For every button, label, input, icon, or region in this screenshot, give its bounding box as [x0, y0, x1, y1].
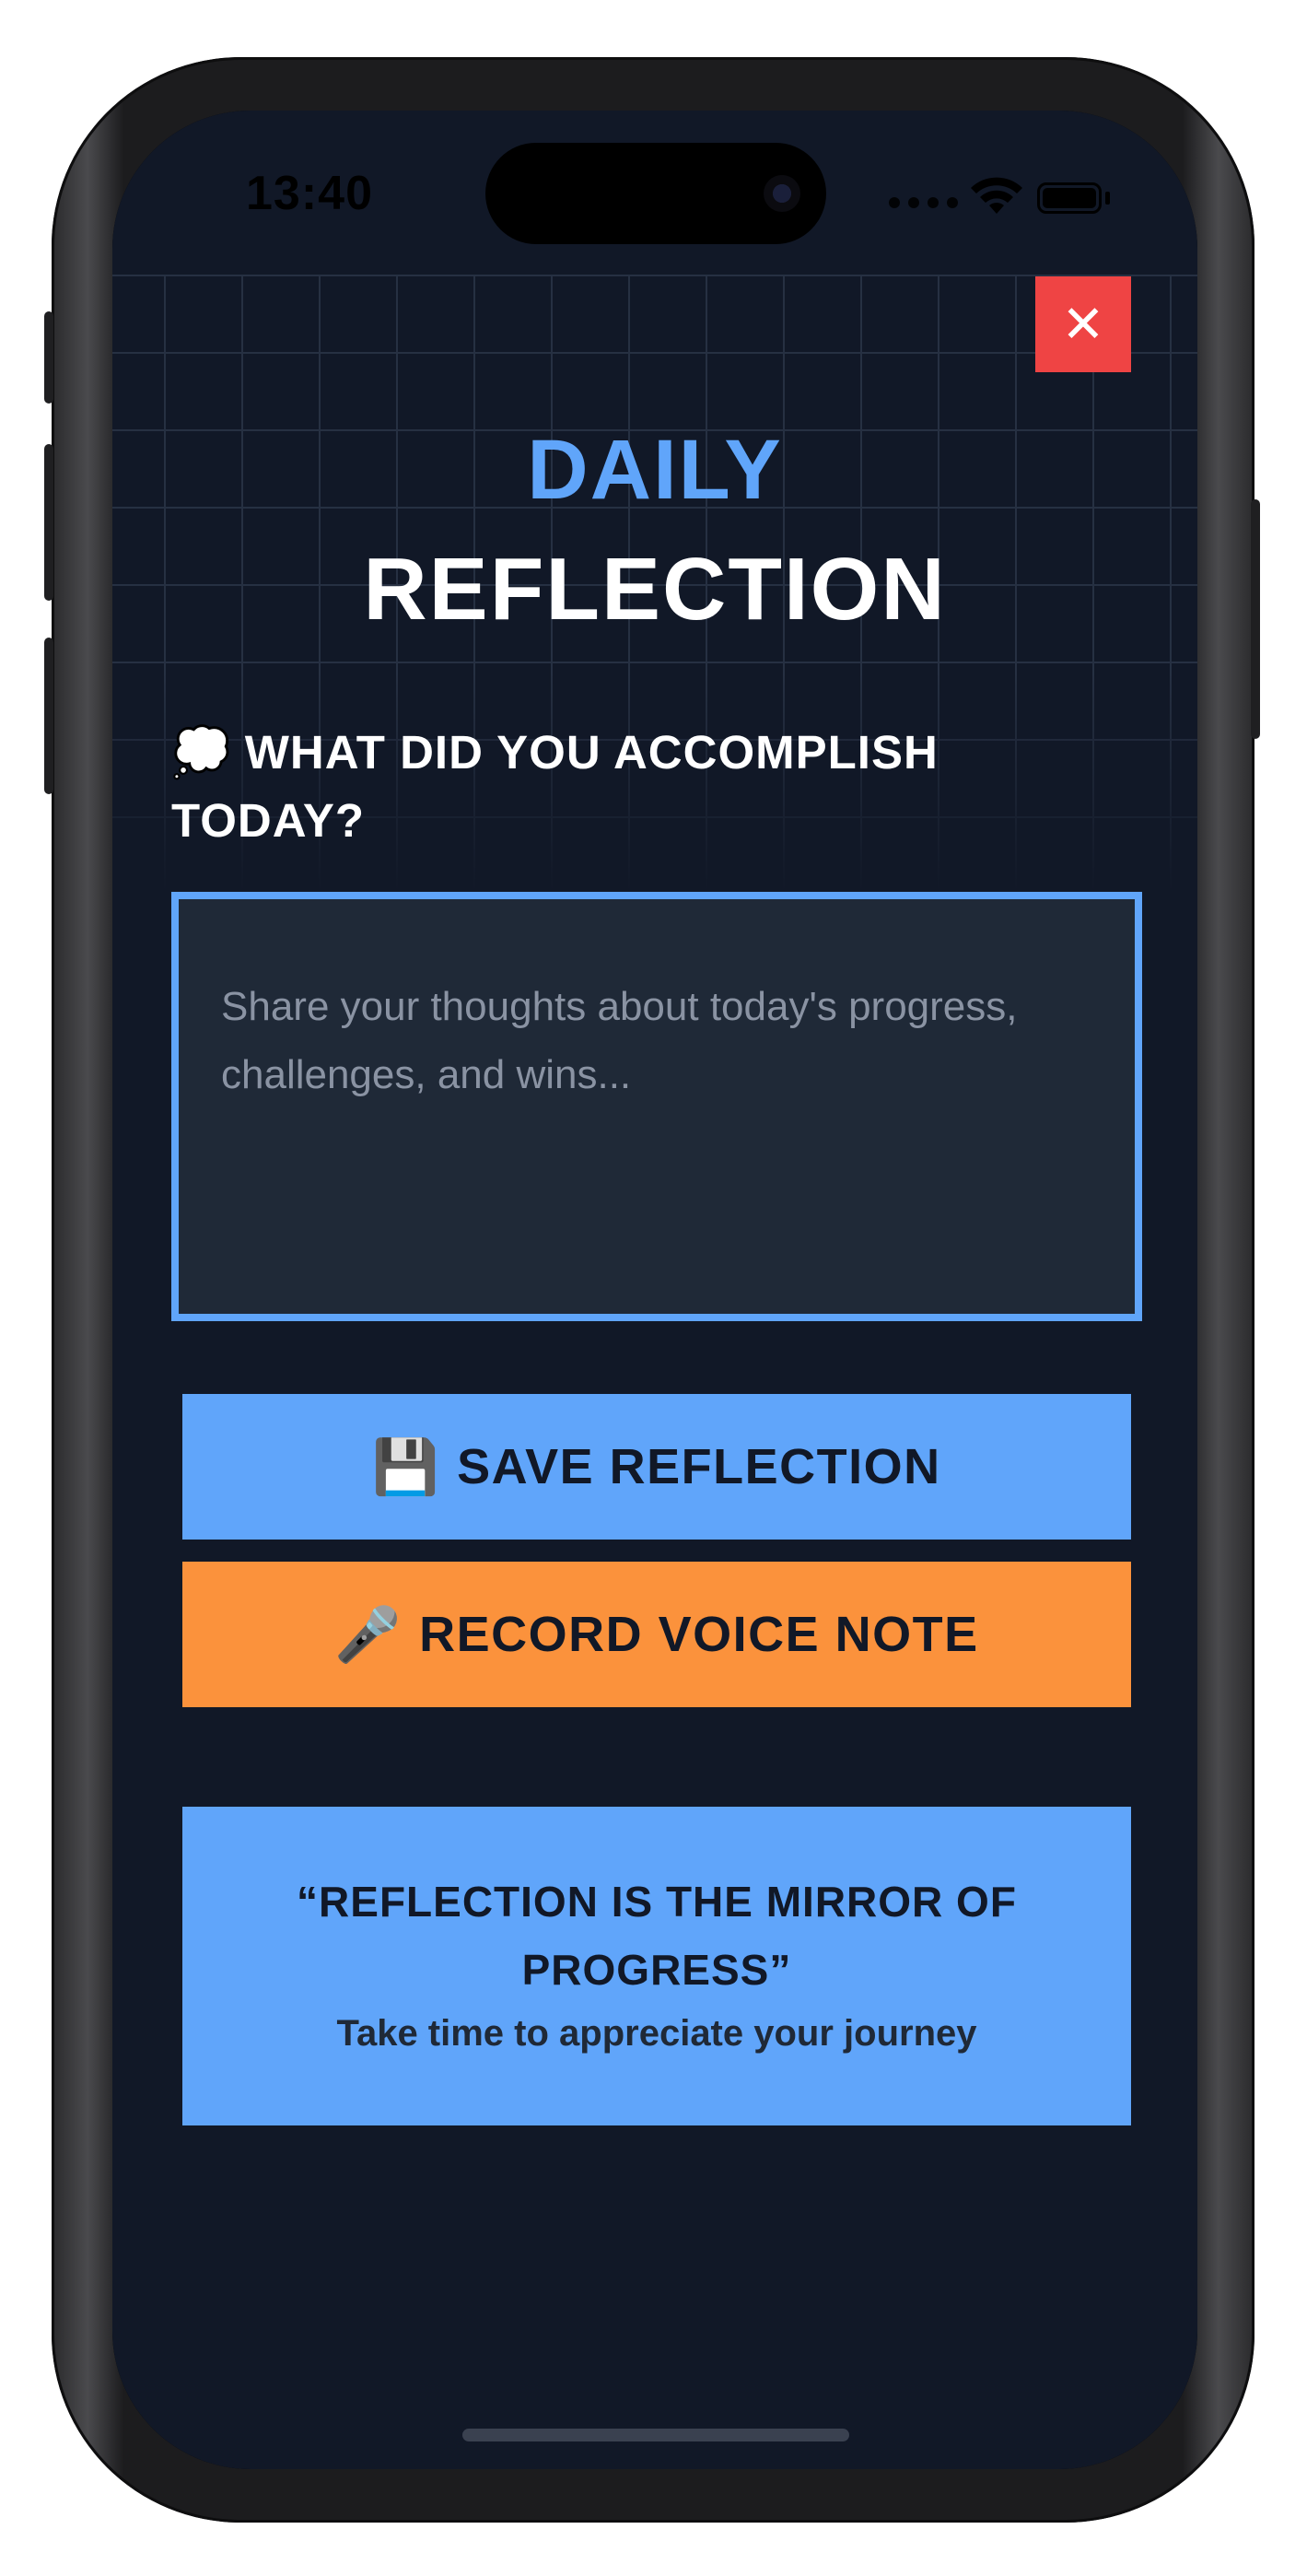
volume-down-button [44, 638, 53, 794]
quote-card: “REFLECTION IS THE MIRROR OF PROGRESS” T… [182, 1807, 1131, 2125]
save-reflection-label: SAVE REFLECTION [457, 1439, 941, 1494]
close-button[interactable]: ✕ [1035, 276, 1131, 372]
microphone-icon: 🎤 [334, 1602, 403, 1666]
reflection-field-container [171, 892, 1142, 1321]
cellular-signal-icon [889, 197, 958, 208]
quote-subtitle: Take time to appreciate your journey [336, 2013, 977, 2054]
power-button [1251, 499, 1260, 739]
reflection-textarea[interactable] [179, 899, 1135, 1314]
close-icon: ✕ [1061, 294, 1105, 355]
dynamic-island [485, 143, 826, 244]
status-time: 13:40 [246, 167, 373, 220]
thought-bubble-icon: 💭 [171, 725, 232, 780]
page-title-line1: DAILY [527, 423, 783, 517]
page-title-line2: REFLECTION [363, 540, 947, 638]
volume-up-button [44, 444, 53, 601]
reflection-prompt: 💭 WHAT DID YOU ACCOMPLISH TODAY? [171, 719, 1138, 855]
save-reflection-button[interactable]: 💾 SAVE REFLECTION [182, 1394, 1131, 1540]
phone-frame: 13:40 ✕ DAILY REFLECTION 💭 WHAT DID YOU A… [44, 57, 1260, 2523]
battery-icon [1037, 182, 1102, 214]
record-voice-note-button[interactable]: 🎤 RECORD VOICE NOTE [182, 1562, 1131, 1707]
record-voice-note-label: RECORD VOICE NOTE [419, 1607, 979, 1662]
home-indicator[interactable] [462, 2429, 849, 2441]
quote-text: “REFLECTION IS THE MIRROR OF PROGRESS” [297, 1878, 1017, 1994]
screen: 13:40 ✕ DAILY REFLECTION 💭 WHAT DID YOU A… [112, 111, 1197, 2469]
action-button [44, 311, 53, 404]
prompt-label: WHAT DID YOU ACCOMPLISH TODAY? [171, 726, 939, 847]
floppy-disk-icon: 💾 [372, 1434, 441, 1498]
battery-cap [1105, 192, 1110, 205]
camera-icon [764, 175, 800, 212]
wifi-icon [971, 177, 1022, 214]
